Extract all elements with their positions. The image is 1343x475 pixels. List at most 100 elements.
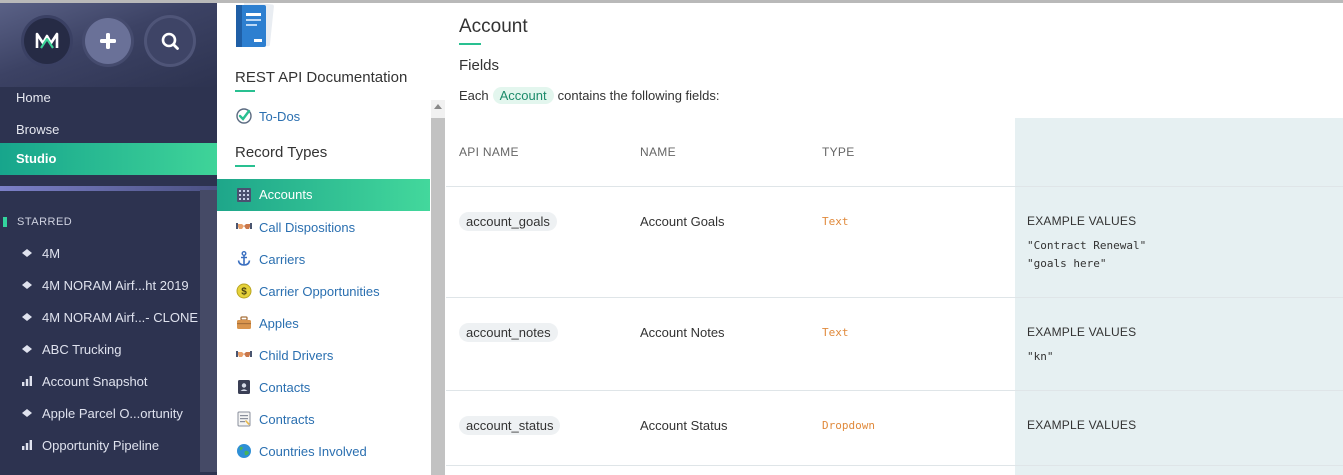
field-type: Dropdown	[822, 419, 875, 432]
fields-description: Each Account contains the following fiel…	[459, 87, 720, 104]
nav-browse-link[interactable]: Browse	[16, 122, 59, 137]
diamond-icon	[20, 312, 34, 322]
document-book-icon	[236, 3, 274, 47]
todos-label: To-Dos	[259, 108, 301, 124]
description-before: Each	[459, 88, 489, 103]
starred-item[interactable]: Account Snapshot	[20, 371, 148, 391]
record-type-pill: Account	[492, 87, 554, 104]
contact-book-icon	[236, 379, 252, 395]
diamond-icon	[20, 280, 34, 290]
page-title: Account	[459, 16, 528, 37]
starred-item-label: Apple Parcel O...ortunity	[42, 405, 183, 421]
grid-icon	[237, 188, 251, 202]
header-name: NAME	[640, 145, 676, 159]
record-type-item-accounts[interactable]: Accounts	[217, 179, 430, 211]
example-value: "kn"	[1027, 350, 1054, 363]
nav-scroll-track[interactable]	[200, 190, 217, 472]
starred-item[interactable]: ABC Trucking	[20, 339, 121, 359]
row-divider	[446, 297, 1343, 298]
search-icon	[161, 32, 179, 50]
record-type-item-apples[interactable]: Apples	[236, 313, 299, 333]
starred-item[interactable]: 4M	[20, 243, 60, 263]
record-type-item-child-drivers[interactable]: Child Drivers	[236, 345, 333, 365]
starred-item-label: ABC Trucking	[42, 341, 122, 357]
record-type-label: Apples	[259, 315, 299, 331]
record-type-item-carriers[interactable]: Carriers	[236, 249, 305, 269]
nav-studio-label: Studio	[16, 151, 57, 166]
field-type: Text	[822, 215, 849, 228]
record-type-label: Accounts	[259, 187, 313, 202]
header-type: TYPE	[822, 145, 855, 159]
left-navigation: Home Browse Studio STARRED 4M 4M NORAM A…	[0, 3, 217, 475]
field-name: Account Notes	[640, 325, 725, 340]
doc-title-underline	[235, 90, 255, 92]
description-after: contains the following fields:	[557, 88, 720, 103]
record-type-item-call-dispositions[interactable]: Call Dispositions	[236, 217, 355, 237]
record-type-label: Carrier Opportunities	[259, 283, 380, 299]
starred-item-label: Account Snapshot	[42, 373, 148, 389]
doc-title: REST API Documentation	[235, 69, 408, 86]
starred-item-label: 4M NORAM Airf...- CLONE	[42, 309, 199, 325]
starred-item[interactable]: 4M NORAM Airf...ht 2019	[20, 275, 189, 295]
record-types-underline	[235, 165, 255, 167]
app-logo-button[interactable]	[24, 18, 70, 64]
bar-chart-icon	[20, 376, 34, 386]
row-divider	[446, 186, 1343, 187]
briefcase-icon	[236, 316, 252, 330]
field-name: Account Status	[640, 418, 728, 433]
svg-text:$: $	[241, 287, 247, 298]
row-divider	[446, 390, 1343, 391]
api-name-pill: account_notes	[459, 323, 558, 342]
record-type-item-contracts[interactable]: Contracts	[236, 409, 315, 429]
handshake-icon	[236, 349, 252, 361]
starred-heading: STARRED	[17, 216, 73, 228]
record-types-title: Record Types	[235, 144, 328, 161]
sidebar-scrollbar-thumb[interactable]	[431, 118, 445, 475]
record-type-item-contacts[interactable]: Contacts	[236, 377, 310, 397]
example-values-label: EXAMPLE VALUES	[1027, 214, 1137, 228]
page-title-underline	[459, 43, 481, 45]
anchor-icon	[236, 251, 252, 267]
starred-item-label: 4M	[42, 245, 61, 261]
record-type-item-countries-involved[interactable]: Countries Involved	[236, 441, 367, 461]
nav-header	[0, 3, 217, 87]
nav-home-link[interactable]: Home	[16, 90, 51, 105]
starred-item[interactable]: 4M NORAM Airf...- CLONE	[20, 307, 198, 327]
scroll-up-arrow-icon[interactable]	[434, 104, 442, 109]
starred-marker	[3, 217, 7, 227]
field-name: Account Goals	[640, 214, 725, 229]
record-type-label: Carriers	[259, 251, 306, 267]
example-value: "goals here"	[1027, 257, 1107, 270]
checkmark-circle-icon	[236, 108, 252, 124]
record-type-item-carrier-opportunities[interactable]: $ Carrier Opportunities	[236, 281, 380, 301]
search-button[interactable]	[147, 18, 193, 64]
example-values-label: EXAMPLE VALUES	[1027, 418, 1137, 432]
todos-link[interactable]: To-Dos	[236, 106, 300, 126]
logo-icon	[35, 32, 59, 49]
diamond-icon	[20, 248, 34, 258]
starred-item-label: Opportunity Pipeline	[42, 437, 160, 453]
nav-divider	[0, 186, 217, 191]
field-type: Text	[822, 326, 849, 339]
example-value: "Contract Renewal"	[1027, 239, 1147, 252]
header-api-name: API NAME	[459, 145, 519, 159]
add-button[interactable]	[85, 18, 131, 64]
starred-item[interactable]: Opportunity Pipeline	[20, 435, 159, 455]
diamond-icon	[20, 344, 34, 354]
row-divider	[446, 465, 1343, 466]
starred-item[interactable]: Apple Parcel O...ortunity	[20, 403, 183, 423]
fields-heading: Fields	[459, 57, 500, 74]
api-name-pill: account_status	[459, 416, 561, 435]
starred-item-label: 4M NORAM Airf...ht 2019	[42, 277, 189, 293]
nav-studio-link[interactable]: Studio	[0, 143, 217, 175]
add-icon	[100, 33, 116, 49]
record-type-label: Contacts	[259, 379, 311, 395]
record-type-label: Countries Involved	[259, 443, 367, 459]
record-type-label: Call Dispositions	[259, 219, 356, 235]
handshake-icon	[236, 221, 252, 233]
globe-icon	[236, 443, 252, 459]
diamond-icon	[20, 408, 34, 418]
dollar-coin-icon: $	[236, 283, 252, 299]
example-values-label: EXAMPLE VALUES	[1027, 325, 1137, 339]
bar-chart-icon	[20, 440, 34, 450]
